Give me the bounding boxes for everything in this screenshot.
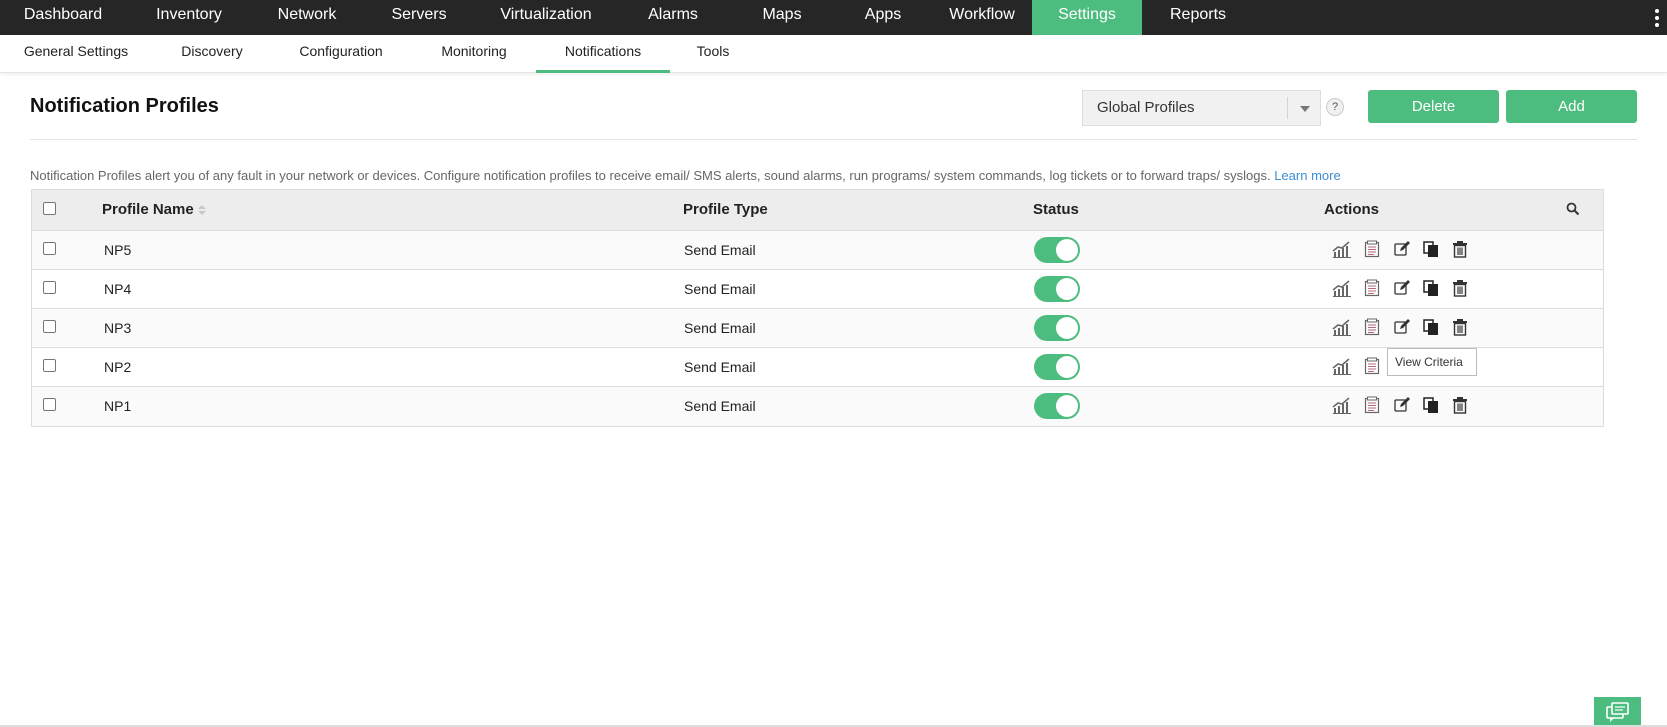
learn-more-link[interactable]: Learn more: [1274, 168, 1340, 183]
row-checkbox[interactable]: [43, 242, 56, 255]
column-profile-name-label: Profile Name: [102, 201, 194, 218]
column-profile-type: Profile Type: [683, 201, 768, 218]
page-description: Notification Profiles alert you of any f…: [30, 168, 1341, 183]
profile-type: Send Email: [684, 359, 756, 375]
profile-type: Send Email: [684, 281, 756, 297]
report-icon[interactable]: [1332, 357, 1352, 377]
tab-notifications[interactable]: Notifications: [536, 35, 670, 73]
toggle-knob: [1056, 356, 1078, 378]
status-toggle[interactable]: [1034, 237, 1080, 263]
search-icon[interactable]: [1566, 202, 1580, 221]
delete-button[interactable]: Delete: [1368, 90, 1499, 123]
profile-type: Send Email: [684, 398, 756, 414]
column-actions: Actions: [1324, 201, 1380, 218]
toggle-knob: [1056, 317, 1078, 339]
table-row: NP4 Send Email: [32, 270, 1603, 309]
table-row: NP5 Send Email: [32, 231, 1603, 270]
status-toggle[interactable]: [1034, 276, 1080, 302]
column-status: Status: [1033, 201, 1079, 218]
view-criteria-icon[interactable]: [1363, 279, 1383, 299]
status-toggle[interactable]: [1034, 393, 1080, 419]
select-all-checkbox[interactable]: [43, 202, 56, 215]
delete-icon[interactable]: [1451, 396, 1471, 416]
settings-subnav: General Settings Discovery Configuration…: [0, 35, 1667, 73]
table-row: NP1 Send Email: [32, 387, 1603, 426]
profile-type: Send Email: [684, 242, 756, 258]
page-title: Notification Profiles: [30, 95, 219, 117]
profile-name: NP2: [104, 359, 132, 375]
status-toggle[interactable]: [1034, 354, 1080, 380]
edit-icon[interactable]: [1393, 396, 1413, 416]
profile-name: NP4: [104, 281, 132, 297]
table-row: NP2 Send Email: [32, 348, 1603, 387]
toggle-knob: [1056, 278, 1078, 300]
view-criteria-icon[interactable]: [1363, 357, 1383, 377]
report-icon[interactable]: [1332, 318, 1352, 338]
nav-workflow[interactable]: Workflow: [932, 0, 1032, 35]
profile-name: NP5: [104, 242, 132, 258]
chat-icon: [1606, 702, 1629, 722]
top-navigation: Dashboard Inventory Network Servers Virt…: [0, 0, 1667, 35]
nav-dashboard[interactable]: Dashboard: [0, 0, 126, 35]
tab-monitoring[interactable]: Monitoring: [428, 35, 520, 73]
dropdown-divider: [1287, 97, 1288, 119]
tab-tools[interactable]: Tools: [686, 35, 740, 73]
table-row: NP3 Send Email: [32, 309, 1603, 348]
nav-apps[interactable]: Apps: [834, 0, 932, 35]
toggle-knob: [1056, 239, 1078, 261]
add-button[interactable]: Add: [1506, 90, 1637, 123]
delete-icon[interactable]: [1451, 318, 1471, 338]
nav-network[interactable]: Network: [252, 0, 362, 35]
view-criteria-icon[interactable]: [1363, 240, 1383, 260]
row-checkbox[interactable]: [43, 398, 56, 411]
toggle-knob: [1056, 395, 1078, 417]
nav-inventory[interactable]: Inventory: [126, 0, 252, 35]
row-checkbox[interactable]: [43, 359, 56, 372]
edit-icon[interactable]: [1393, 279, 1413, 299]
profile-name: NP3: [104, 320, 132, 336]
nav-virtualization[interactable]: Virtualization: [476, 0, 616, 35]
chevron-down-icon: [1300, 106, 1310, 112]
tooltip: View Criteria: [1387, 348, 1477, 376]
divider: [30, 139, 1637, 140]
tab-general-settings[interactable]: General Settings: [18, 35, 134, 73]
delete-icon[interactable]: [1451, 240, 1471, 260]
view-criteria-icon[interactable]: [1363, 396, 1383, 416]
profile-scope-dropdown[interactable]: Global Profiles: [1082, 90, 1321, 126]
delete-icon[interactable]: [1451, 279, 1471, 299]
nav-maps[interactable]: Maps: [730, 0, 834, 35]
nav-settings[interactable]: Settings: [1032, 0, 1142, 35]
description-text: Notification Profiles alert you of any f…: [30, 168, 1271, 183]
nav-reports[interactable]: Reports: [1142, 0, 1254, 35]
help-icon[interactable]: ?: [1326, 98, 1344, 116]
column-profile-name[interactable]: Profile Name: [102, 201, 206, 218]
copy-icon[interactable]: [1422, 240, 1442, 260]
nav-alarms[interactable]: Alarms: [616, 0, 730, 35]
copy-icon[interactable]: [1422, 396, 1442, 416]
more-menu-icon[interactable]: [1647, 0, 1667, 35]
chat-button[interactable]: [1594, 697, 1641, 727]
row-checkbox[interactable]: [43, 281, 56, 294]
profile-name: NP1: [104, 398, 132, 414]
report-icon[interactable]: [1332, 396, 1352, 416]
tab-discovery[interactable]: Discovery: [166, 35, 258, 73]
profile-scope-value: Global Profiles: [1097, 99, 1195, 116]
nav-servers[interactable]: Servers: [362, 0, 476, 35]
row-checkbox[interactable]: [43, 320, 56, 333]
edit-icon[interactable]: [1393, 318, 1413, 338]
copy-icon[interactable]: [1422, 279, 1442, 299]
copy-icon[interactable]: [1422, 318, 1442, 338]
view-criteria-icon[interactable]: [1363, 318, 1383, 338]
status-toggle[interactable]: [1034, 315, 1080, 341]
report-icon[interactable]: [1332, 240, 1352, 260]
table-header: Profile Name Profile Type Status Actions: [32, 190, 1603, 231]
report-icon[interactable]: [1332, 279, 1352, 299]
edit-icon[interactable]: [1393, 240, 1413, 260]
sort-icon[interactable]: [197, 205, 206, 216]
profiles-table: Profile Name Profile Type Status Actions…: [31, 189, 1604, 427]
tab-configuration[interactable]: Configuration: [290, 35, 392, 73]
profile-type: Send Email: [684, 320, 756, 336]
